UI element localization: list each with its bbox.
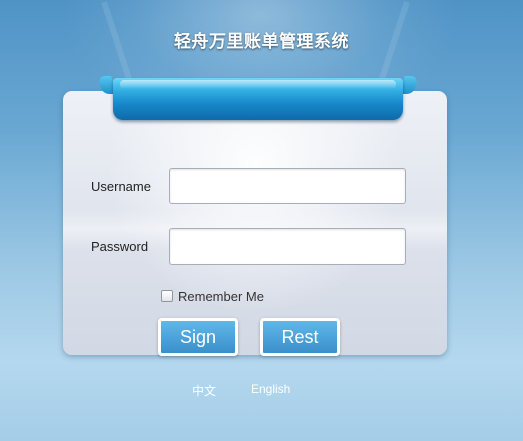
ribbon-highlight bbox=[120, 80, 396, 89]
username-input[interactable] bbox=[169, 168, 406, 204]
remember-me-row[interactable]: Remember Me bbox=[161, 288, 264, 304]
password-input[interactable] bbox=[169, 228, 406, 265]
password-label: Password bbox=[91, 239, 149, 254]
header-ribbon bbox=[97, 76, 419, 123]
reset-button[interactable]: Rest bbox=[260, 318, 340, 356]
remember-me-label[interactable]: Remember Me bbox=[178, 289, 264, 304]
login-panel bbox=[63, 91, 447, 355]
sign-in-button[interactable]: Sign bbox=[158, 318, 238, 356]
remember-me-checkbox[interactable] bbox=[161, 290, 173, 302]
language-english-link[interactable]: English bbox=[251, 382, 290, 396]
app-title: 轻舟万里账单管理系统 bbox=[174, 32, 349, 52]
username-label: Username bbox=[91, 179, 151, 194]
language-chinese-link[interactable]: 中文 bbox=[192, 382, 216, 399]
